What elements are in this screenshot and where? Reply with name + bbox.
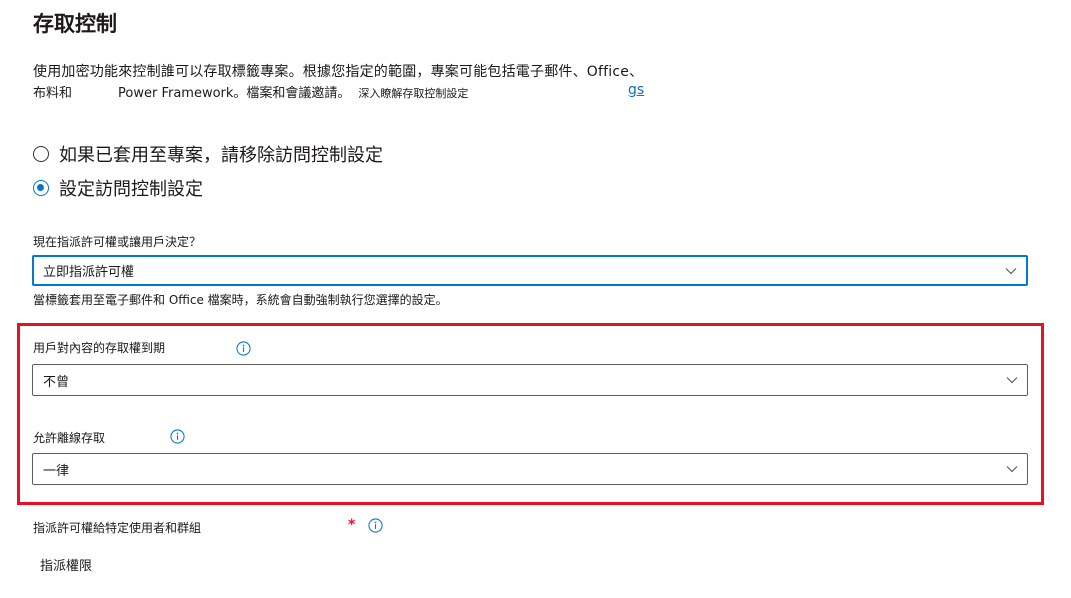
radio-configure-access-control[interactable]: 設定訪問控制設定 xyxy=(33,175,203,201)
chevron-down-icon xyxy=(1006,466,1018,473)
radio-button-checked[interactable] xyxy=(33,180,49,196)
info-icon[interactable] xyxy=(170,429,185,444)
assign-now-label: 現在指派許可權或讓用戶決定？ xyxy=(33,235,202,249)
chevron-down-icon xyxy=(1005,267,1017,274)
radio-remove-access-control[interactable]: 如果已套用至專案，請移除訪問控制設定 xyxy=(33,141,383,167)
assign-now-dropdown[interactable]: 立即指派許可權 xyxy=(32,255,1028,286)
assign-now-helper-text: 當標籤套用至電子郵件和 Office 檔案時，系統會自動強制執行您選擇的設定。 xyxy=(33,293,448,307)
info-icon[interactable] xyxy=(236,341,251,356)
radio-label: 如果已套用至專案，請移除訪問控制設定 xyxy=(59,145,383,166)
assign-permissions-button[interactable]: 指派權限 xyxy=(40,555,92,574)
learn-more-link[interactable]: 深入瞭解存取控制設定 xyxy=(358,87,468,100)
description-line-2: 布料和 Power Framework。檔案和會議邀請。 深入瞭解存取控制設定 xyxy=(33,82,468,101)
description-line-1: 使用加密功能來控制誰可以存取標籤專案。根據您指定的範圍，專案可能包括電子郵件、O… xyxy=(33,64,644,80)
description-text-b: Power Framework。檔案和會議邀請。 xyxy=(118,86,351,101)
page-title: 存取控制 xyxy=(33,12,117,36)
offline-access-value: 一律 xyxy=(43,463,70,479)
expiry-value: 不曾 xyxy=(43,374,70,390)
assign-now-value: 立即指派許可權 xyxy=(43,265,135,280)
chevron-down-icon xyxy=(1006,377,1018,384)
assign-users-label: 指派許可權給特定使用者和群組 xyxy=(33,521,202,535)
radio-label: 設定訪問控制設定 xyxy=(59,179,203,200)
required-indicator: * xyxy=(348,517,356,533)
offline-access-dropdown[interactable]: 一律 xyxy=(32,453,1028,485)
expiry-label: 用戶對內容的存取權到期 xyxy=(33,341,166,355)
offline-access-label: 允許離線存取 xyxy=(33,431,106,445)
info-icon[interactable] xyxy=(368,518,383,533)
description-text-a: 布料和 xyxy=(33,86,73,101)
learn-more-link-tail[interactable]: gs xyxy=(628,82,644,98)
expiry-dropdown[interactable]: 不曾 xyxy=(32,364,1028,396)
radio-button-unchecked[interactable] xyxy=(33,146,49,162)
